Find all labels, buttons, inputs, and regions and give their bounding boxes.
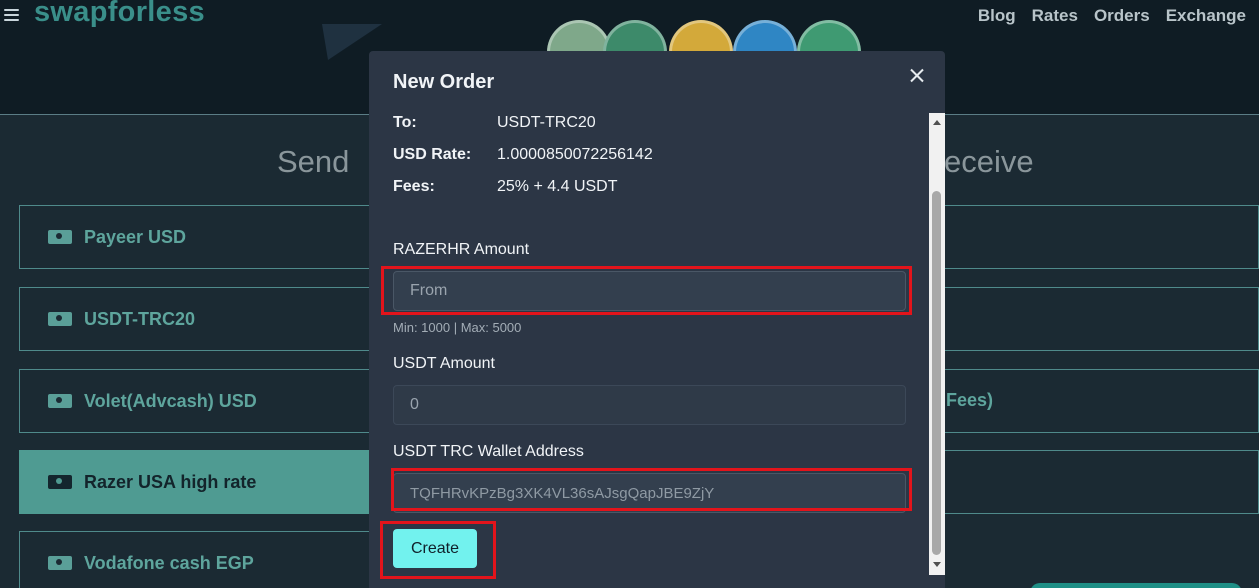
money-icon: [48, 394, 72, 408]
scroll-down-icon[interactable]: [933, 562, 941, 567]
money-icon: [48, 475, 72, 489]
site-logo[interactable]: swapforless: [34, 0, 205, 29]
new-order-modal: New Order To: USDT-TRC20 USD Rate: 1.00008…: [369, 51, 945, 588]
send-column-title: Send: [277, 144, 350, 179]
highlight-box: [391, 468, 912, 511]
info-value: 25% + 4.4 USDT: [497, 178, 618, 195]
receive-option[interactable]: [944, 450, 1259, 514]
info-row-usd-rate: USD Rate: 1.0000850072256142: [393, 146, 653, 164]
send-option-volet-usd[interactable]: Volet(Advcash) USD: [19, 369, 379, 433]
send-option-label: Volet(Advcash) USD: [84, 390, 257, 411]
highlight-box: [381, 266, 912, 315]
scrollbar-thumb[interactable]: [932, 191, 941, 555]
info-key: To:: [393, 114, 417, 131]
receive-option[interactable]: [944, 287, 1259, 351]
info-key: Fees:: [393, 178, 435, 195]
wallet-address-label: USDT TRC Wallet Address: [393, 443, 584, 460]
from-amount-label: RAZERHR Amount: [393, 241, 530, 258]
money-icon: [48, 312, 72, 326]
receive-option-label: Fees): [946, 390, 994, 410]
send-option-label: Vodafone cash EGP: [84, 552, 254, 573]
send-option-label: Razer USA high rate: [84, 471, 257, 492]
info-row-fees: Fees: 25% + 4.4 USDT: [393, 178, 618, 196]
info-row-to: To: USDT-TRC20: [393, 114, 596, 132]
exchange-button-partial[interactable]: [1030, 583, 1242, 588]
send-option-vodafone-egp[interactable]: Vodafone cash EGP: [19, 531, 379, 588]
send-option-razer-usa[interactable]: Razer USA high rate: [19, 450, 379, 514]
main-nav: Blog Rates Orders Exchange: [978, 6, 1246, 26]
to-amount-input: [393, 385, 906, 425]
to-amount-label: USDT Amount: [393, 355, 495, 372]
money-icon: [48, 556, 72, 570]
amount-limits-hint: Min: 1000 | Max: 5000: [393, 320, 522, 335]
info-key: USD Rate:: [393, 146, 472, 163]
money-icon: [48, 230, 72, 244]
modal-scrollbar[interactable]: [929, 113, 945, 575]
nav-orders[interactable]: Orders: [1094, 6, 1150, 26]
info-value: 1.0000850072256142: [497, 146, 653, 163]
nav-blog[interactable]: Blog: [978, 6, 1016, 26]
highlight-box: [380, 521, 496, 579]
send-option-label: USDT-TRC20: [84, 308, 196, 329]
info-value: USDT-TRC20: [497, 114, 596, 131]
receive-option[interactable]: [944, 205, 1259, 269]
scroll-up-icon[interactable]: [933, 120, 941, 125]
receive-option[interactable]: Fees): [944, 369, 1259, 433]
send-option-label: Payeer USD: [84, 226, 187, 247]
receive-column-title: eceive: [944, 144, 1034, 179]
send-option-usdt-trc20[interactable]: USDT-TRC20: [19, 287, 379, 351]
menu-icon[interactable]: [4, 9, 19, 22]
close-icon[interactable]: [908, 67, 926, 85]
modal-title: New Order: [393, 71, 495, 93]
nav-exchange[interactable]: Exchange: [1166, 6, 1246, 26]
nav-rates[interactable]: Rates: [1032, 6, 1078, 26]
send-option-payeer-usd[interactable]: Payeer USD: [19, 205, 379, 269]
